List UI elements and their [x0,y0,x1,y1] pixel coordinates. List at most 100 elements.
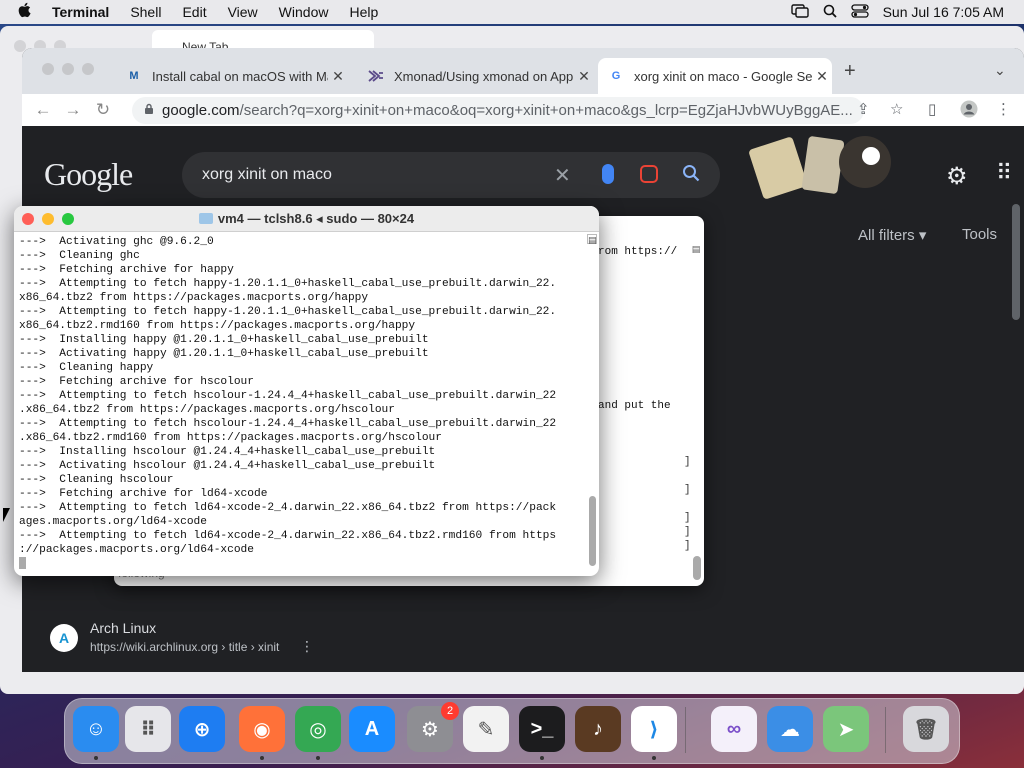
tab-xmonad[interactable]: Xmonad/Using xmonad on Apple ✕ [358,58,594,94]
split-pane-icon[interactable]: ▤ [691,244,701,254]
firefox-icon[interactable]: ◉ [239,706,285,752]
dock: ☺ ⠿ ⊕ ◉ ◎ A ⚙ 2 ✎ >_ ♪ ⟩ ∞ ☁ ➤ 🗑 [64,698,960,764]
bracket-glyph: ] [684,512,691,524]
terminal-line: ---> Cleaning ghc [19,250,140,262]
arch-linux-favicon-icon: A [50,624,78,652]
menu-app-name[interactable]: Terminal [52,4,109,20]
terminal-line: ---> Activating happy @1.20.1.1_0+haskel… [19,348,429,360]
browser-toolbar: ← → ↻ google.com/search?q=xorg+xinit+on+… [22,94,1024,126]
google-logo[interactable]: Google [44,156,133,193]
terminal-icon[interactable]: >_ [519,706,565,752]
weather-icon[interactable]: ☁ [767,706,813,752]
search-query[interactable]: xorg xinit on maco [202,166,332,184]
side-panel-icon[interactable]: ▯ [928,100,936,118]
vscode-icon[interactable]: ⟩ [631,706,677,752]
trash-icon[interactable]: 🗑 [903,706,949,752]
menu-shell[interactable]: Shell [130,4,161,20]
chrome-icon[interactable]: ◎ [295,706,341,752]
garageband-icon[interactable]: ♪ [575,706,621,752]
launchpad-icon[interactable]: ⠿ [125,706,171,752]
google-lens-icon[interactable] [640,165,658,183]
result-site-name[interactable]: Arch Linux [90,620,156,636]
tab-google-search[interactable]: G xorg xinit on maco - Google Se ✕ [598,58,832,94]
terminal-line: ---> Installing hscolour @1.24.4_4+haske… [19,446,436,458]
apple-icon[interactable] [18,2,34,22]
running-indicator [652,756,656,760]
visual-studio-icon[interactable]: ∞ [711,706,757,752]
reload-icon[interactable]: ↻ [88,100,118,120]
terminal-line: ---> Cleaning happy [19,362,154,374]
google-doodle[interactable] [747,132,897,204]
text-cursor [19,557,26,569]
terminal-line: ---> Attempting to fetch hscolour-1.24.4… [19,418,557,430]
terminal-output[interactable]: ---> Activating ghc @9.6.2_0 ---> Cleani… [19,235,589,572]
macports-favicon-icon: M [129,70,139,82]
spotlight-search-icon[interactable] [823,4,837,21]
maps-icon[interactable]: ➤ [823,706,869,752]
minimize-window-button[interactable] [62,63,74,75]
tab-close-icon[interactable]: ✕ [574,68,594,85]
tab-search-chevron-icon[interactable]: ⌄ [994,62,1006,79]
menu-edit[interactable]: Edit [182,4,206,20]
control-center-icon[interactable] [850,3,869,21]
forward-arrow-icon[interactable]: → [58,100,88,120]
microphone-icon[interactable] [602,164,614,184]
terminal-window[interactable]: vm4 — tclsh8.6 ◂ sudo — 80×24 ▤ ---> Act… [14,206,599,576]
bookmark-star-icon[interactable]: ☆ [890,100,903,118]
textedit-icon[interactable]: ✎ [463,706,509,752]
safari-icon[interactable]: ⊕ [179,706,225,752]
settings-icon[interactable]: ⚙ 2 [407,702,459,752]
back-terminal-text: rom https:// [598,246,678,258]
close-window-button[interactable] [42,63,54,75]
back-arrow-icon[interactable]: ← [28,100,58,120]
menu-view[interactable]: View [228,4,258,20]
terminal-line: ---> Fetching archive for hscolour [19,376,254,388]
result-url[interactable]: https://wiki.archlinux.org › title › xin… [90,640,279,654]
url-domain: google.com [162,102,240,119]
app-store-icon[interactable]: A [349,706,395,752]
profile-avatar-icon[interactable] [960,100,978,122]
menu-bar: Terminal Shell Edit View Window Help Sun… [0,0,1024,24]
terminal-line: ---> Activating ghc @9.6.2_0 [19,236,214,248]
tools-button[interactable]: Tools [962,226,997,243]
menu-help[interactable]: Help [349,4,378,20]
search-icon[interactable] [682,164,700,187]
bracket-glyph: ] [684,456,691,468]
bracket-glyph: ] [684,540,691,552]
lock-icon[interactable] [144,103,154,118]
dropdown-caret-icon: ▾ [918,227,927,244]
google-search-box[interactable]: xorg xinit on maco ✕ [182,152,720,198]
tab-install-cabal[interactable]: M Install cabal on macOS with Mac ✕ [116,58,348,94]
result-more-icon[interactable]: ⋮ [300,638,314,655]
screen-mirroring-icon[interactable] [790,3,809,21]
address-bar[interactable]: google.com/search?q=xorg+xinit+on+maco&o… [132,97,864,124]
terminal-scrollbar[interactable] [589,496,596,566]
tab-title: Install cabal on macOS with Mac [152,68,328,84]
terminal-line: .x86_64.tbz2.rmd160 from https://package… [19,432,442,444]
all-filters-button[interactable]: All filters ▾ [858,226,926,244]
terminal-line: ---> Fetching archive for ld64-xcode [19,488,268,500]
tab-close-icon[interactable]: ✕ [812,68,832,85]
tab-close-icon[interactable]: ✕ [328,68,348,85]
tab-title: xorg xinit on maco - Google Se [634,68,812,84]
terminal-line: ---> Attempting to fetch happy-1.20.1.1_… [19,278,557,290]
settings-gear-icon[interactable]: ⚙ [946,162,968,191]
back-terminal-scrollbar[interactable] [693,556,701,580]
google-apps-icon[interactable]: ⠿ [996,160,1012,186]
chrome-menu-icon[interactable]: ⋮ [996,100,1011,118]
terminal-title-text: vm4 — tclsh8.6 ◂ sudo — 80×24 [217,211,415,226]
menu-clock[interactable]: Sun Jul 16 7:05 AM [883,4,1004,20]
terminal-title-bar[interactable]: vm4 — tclsh8.6 ◂ sudo — 80×24 [14,206,599,232]
new-tab-button[interactable]: + [844,60,856,83]
zoom-window-button[interactable] [82,63,94,75]
share-icon[interactable]: ⇪ [857,100,870,118]
search-result-arch-linux[interactable]: A Arch Linux https://wiki.archlinux.org … [50,620,450,660]
running-indicator [540,756,544,760]
clear-search-icon[interactable]: ✕ [554,163,571,188]
menu-window[interactable]: Window [279,4,329,20]
terminal-line: ---> Cleaning hscolour [19,474,174,486]
terminal-line: ages.macports.org/ld64-xcode [19,516,207,528]
finder-icon[interactable]: ☺ [73,706,119,752]
vertical-scrollbar[interactable] [1012,204,1020,320]
dock-separator [685,707,686,753]
